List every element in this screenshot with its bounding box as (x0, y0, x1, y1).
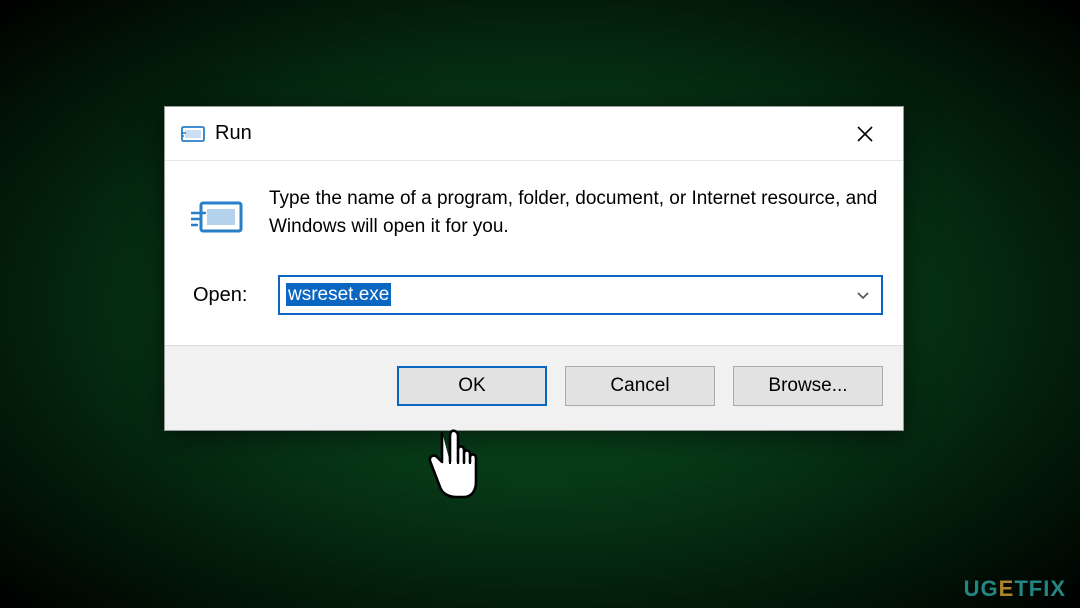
pointer-cursor-icon (420, 422, 480, 502)
run-icon (181, 124, 205, 144)
browse-button[interactable]: Browse... (733, 366, 883, 406)
ok-button-label: OK (458, 375, 485, 397)
close-button[interactable] (837, 114, 893, 154)
open-label: Open: (193, 284, 258, 307)
close-icon (856, 125, 874, 143)
cancel-button-label: Cancel (610, 375, 669, 397)
open-row: Open: wsreset.exe (165, 255, 903, 345)
ok-button[interactable]: OK (397, 366, 547, 406)
titlebar: Run (165, 107, 903, 161)
open-combobox[interactable]: wsreset.exe (278, 275, 883, 315)
run-dialog: Run Type the name of a program, folder, … (164, 106, 904, 431)
dialog-footer: OK Cancel Browse... (165, 345, 903, 430)
window-title: Run (215, 122, 252, 145)
open-input[interactable]: wsreset.exe (280, 280, 845, 310)
watermark: UGETFIX (964, 576, 1066, 602)
open-input-selected-text: wsreset.exe (286, 283, 391, 306)
cancel-button[interactable]: Cancel (565, 366, 715, 406)
run-large-icon (191, 189, 247, 245)
chevron-down-icon[interactable] (845, 277, 881, 313)
dialog-body: Type the name of a program, folder, docu… (165, 161, 903, 255)
browse-button-label: Browse... (768, 375, 847, 397)
dialog-description: Type the name of a program, folder, docu… (269, 185, 883, 240)
